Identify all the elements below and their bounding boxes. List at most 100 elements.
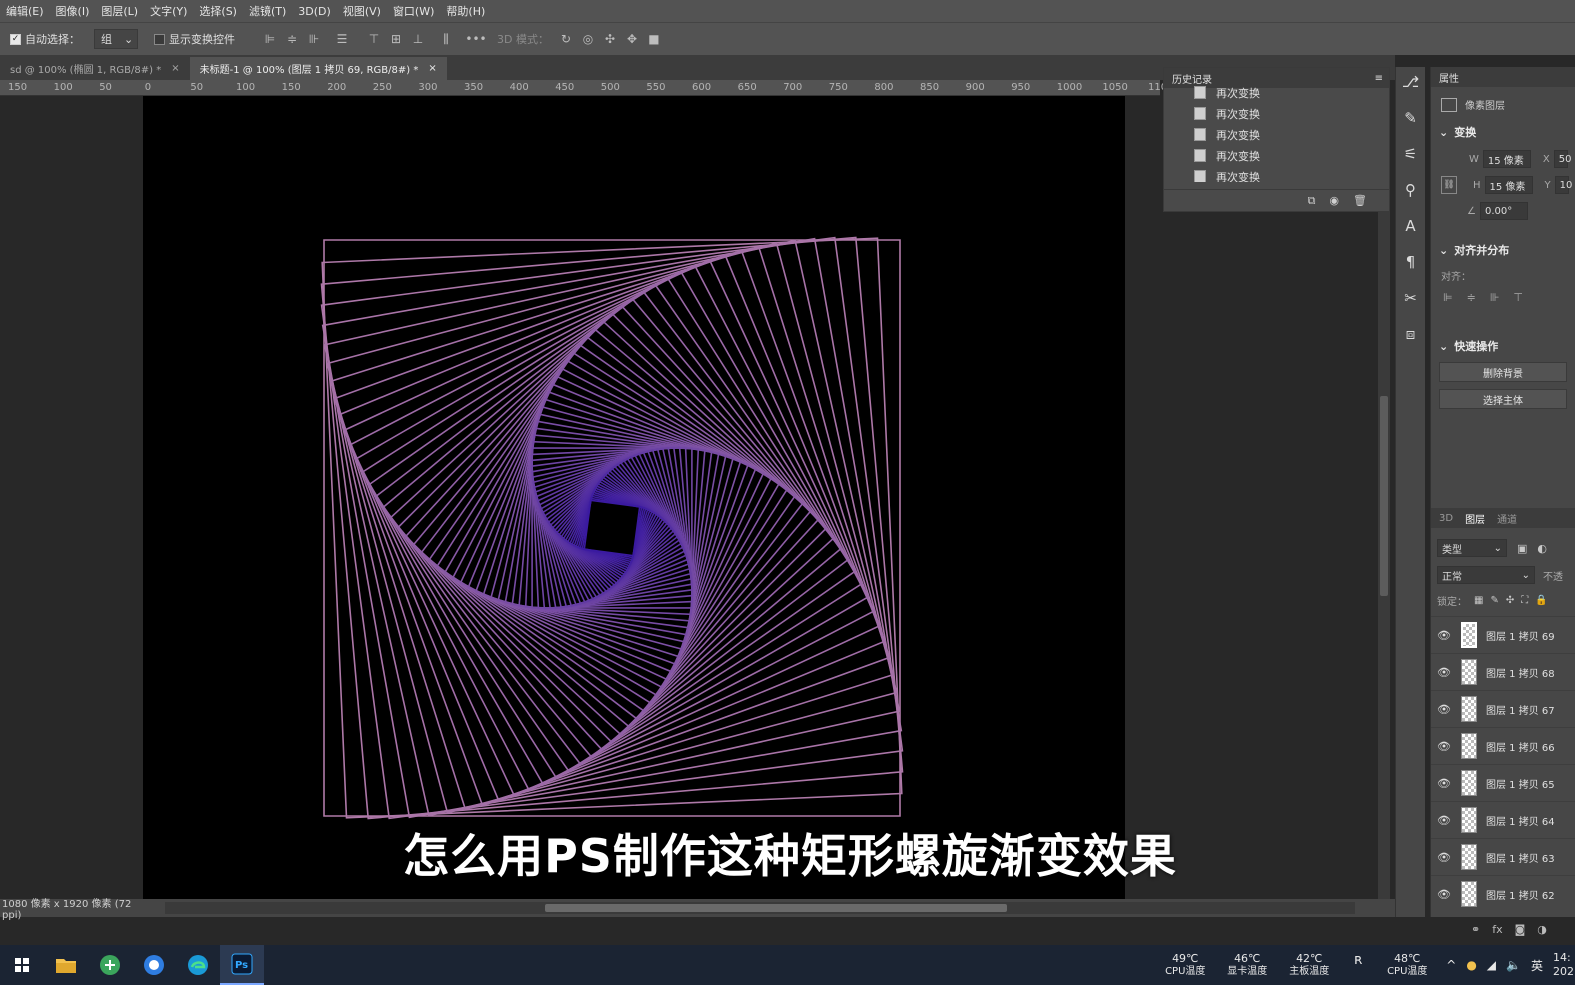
select-subject-button[interactable]: 选择主体 xyxy=(1439,389,1567,409)
visibility-eye-icon[interactable]: 👁 xyxy=(1431,814,1457,827)
more-options-icon[interactable]: ••• xyxy=(465,32,487,47)
chevron-up-icon[interactable]: ^ xyxy=(1446,958,1456,972)
auto-select-checkbox[interactable]: ✓ 自动选择： xyxy=(10,31,80,47)
history-brush-icon[interactable]: ⎇ xyxy=(1398,73,1424,97)
menu-item[interactable]: 图像(I) xyxy=(50,3,96,19)
lock-all-icon[interactable]: 🔒 xyxy=(1535,595,1547,606)
camera-icon[interactable]: ◉ xyxy=(1329,194,1339,207)
auto-select-dropdown[interactable]: 组 ⌄ xyxy=(94,29,138,49)
menu-item[interactable]: 图层(L) xyxy=(95,3,144,19)
history-item[interactable]: 再次变换 xyxy=(1164,124,1389,145)
3d-drag-icon[interactable]: ✣ xyxy=(599,32,621,46)
align-right-icon[interactable]: ⊪ xyxy=(1490,291,1500,304)
temperature-widget[interactable]: 48℃ CPU温度 xyxy=(1376,952,1438,978)
horizontal-scrollbar[interactable] xyxy=(165,902,1355,914)
clock[interactable]: 14: 202 xyxy=(1553,951,1575,979)
distribute-icon[interactable]: ☰ xyxy=(331,32,353,47)
align-center-icon[interactable]: ≑ xyxy=(1467,291,1476,304)
browser-blue-icon[interactable] xyxy=(132,945,176,985)
layer-row[interactable]: 👁 图层 1 拷贝 63 xyxy=(1431,838,1575,875)
paragraph-icon[interactable]: ¶ xyxy=(1398,253,1424,277)
3d-orbit-icon[interactable]: ↻ xyxy=(555,32,577,46)
layers-panel-tab[interactable]: 通道 xyxy=(1497,511,1517,526)
link-icon[interactable]: ⛓ xyxy=(1441,176,1457,194)
visibility-eye-icon[interactable]: 👁 xyxy=(1431,888,1457,901)
layer-row[interactable]: 👁 图层 1 拷贝 65 xyxy=(1431,764,1575,801)
panel-menu-icon[interactable]: ≡ xyxy=(1375,73,1383,84)
visibility-eye-icon[interactable]: 👁 xyxy=(1431,629,1457,642)
horizontal-scroll-thumb[interactable] xyxy=(545,904,1007,912)
visibility-eye-icon[interactable]: 👁 xyxy=(1431,740,1457,753)
clone-source-icon[interactable]: ⚲ xyxy=(1398,181,1424,205)
align-center-icon[interactable]: ≑ xyxy=(281,32,303,47)
layer-filter-dropdown[interactable]: 类型 ⌄ xyxy=(1437,539,1507,557)
layer-row[interactable]: 👁 图层 1 拷贝 67 xyxy=(1431,690,1575,727)
layer-row[interactable]: 👁 图层 1 拷贝 69 xyxy=(1431,616,1575,653)
ime-indicator[interactable]: 英 xyxy=(1531,957,1543,974)
layers-panel-tab[interactable]: 3D xyxy=(1439,513,1453,524)
temperature-widget[interactable]: 49℃ CPU温度 xyxy=(1154,952,1216,978)
tools-icon[interactable]: ✂ xyxy=(1398,289,1424,313)
temperature-widget[interactable]: 46℃ 显卡温度 xyxy=(1216,952,1278,978)
trash-icon[interactable]: 🗑 xyxy=(1353,194,1367,207)
3d-slide-icon[interactable]: ✥ xyxy=(621,32,643,46)
properties-tab[interactable]: 属性 xyxy=(1439,70,1459,85)
show-transform-checkbox[interactable]: 显示变换控件 xyxy=(154,31,235,47)
character-icon[interactable]: A xyxy=(1398,217,1424,241)
chevron-down-icon[interactable]: ⌄ xyxy=(1439,244,1448,257)
menu-item[interactable]: 视图(V) xyxy=(337,3,387,19)
y-input[interactable]: 10 xyxy=(1554,176,1572,194)
history-item[interactable]: 再次变换 xyxy=(1164,166,1389,182)
document-canvas[interactable] xyxy=(143,96,1125,899)
chevron-down-icon[interactable]: ⌄ xyxy=(1439,340,1448,353)
volume-icon[interactable]: 🔈 xyxy=(1506,958,1521,972)
align-bottom-icon[interactable]: ⊥ xyxy=(407,32,429,47)
file-explorer-icon[interactable] xyxy=(44,945,88,985)
notification-app-icon[interactable]: ● xyxy=(1466,958,1476,972)
temperature-widget[interactable]: 42℃ 主板温度 xyxy=(1278,952,1340,978)
visibility-eye-icon[interactable]: 👁 xyxy=(1431,851,1457,864)
visibility-eye-icon[interactable]: 👁 xyxy=(1431,703,1457,716)
chevron-down-icon[interactable]: ⌄ xyxy=(1439,126,1448,139)
lock-transparency-icon[interactable]: ▦ xyxy=(1474,595,1483,606)
network-icon[interactable]: ◢ xyxy=(1487,958,1496,972)
new-fill-icon[interactable]: ◑ xyxy=(1537,923,1547,936)
blend-mode-dropdown[interactable]: 正常 ⌄ xyxy=(1437,566,1535,584)
menu-item[interactable]: 滤镜(T) xyxy=(243,3,292,19)
document-tab[interactable]: sd @ 100% (椭圆 1, RGB/8#) * × xyxy=(0,57,190,80)
edge-icon[interactable] xyxy=(176,945,220,985)
photoshop-icon[interactable]: Ps xyxy=(220,945,264,985)
height-input[interactable]: 15 像素 xyxy=(1484,176,1533,194)
distribute-vertical-icon[interactable]: ⫼ xyxy=(435,32,457,47)
start-icon[interactable] xyxy=(0,945,44,985)
brush-icon[interactable]: ✎ xyxy=(1398,109,1424,133)
align-right-icon[interactable]: ⊪ xyxy=(303,32,325,47)
image-filter-icon[interactable]: ▣ xyxy=(1517,542,1527,555)
lock-artboard-icon[interactable]: ⛶ xyxy=(1521,595,1528,606)
adjustments-icon[interactable]: ⚟ xyxy=(1398,145,1424,169)
align-left-icon[interactable]: ⊫ xyxy=(259,32,281,47)
layer-row[interactable]: 👁 图层 1 拷贝 64 xyxy=(1431,801,1575,838)
pen-input-icon[interactable]: ʀ xyxy=(1340,952,1376,978)
mask-icon[interactable]: ◙ xyxy=(1515,923,1526,936)
layers-panel-tab[interactable]: 图层 xyxy=(1465,511,1485,526)
close-icon[interactable]: × xyxy=(428,63,436,74)
close-icon[interactable]: × xyxy=(171,63,179,74)
new-document-icon[interactable]: ⧉ xyxy=(1308,194,1316,208)
menu-item[interactable]: 窗口(W) xyxy=(387,3,440,19)
layer-row[interactable]: 👁 图层 1 拷贝 66 xyxy=(1431,727,1575,764)
adjustment-filter-icon[interactable]: ◐ xyxy=(1537,542,1547,555)
align-middle-icon[interactable]: ⊞ xyxy=(385,32,407,47)
remove-background-button[interactable]: 删除背景 xyxy=(1439,362,1567,382)
fx-icon[interactable]: fx xyxy=(1492,923,1502,936)
3d-roll-icon[interactable]: ◎ xyxy=(577,32,599,46)
lock-paint-icon[interactable]: ✎ xyxy=(1490,595,1498,606)
vertical-scroll-thumb[interactable] xyxy=(1380,396,1388,596)
glyphs-icon[interactable]: ⧈ xyxy=(1398,325,1424,349)
visibility-eye-icon[interactable]: 👁 xyxy=(1431,666,1457,679)
history-item[interactable]: 再次变换 xyxy=(1164,82,1389,103)
menu-item[interactable]: 文字(Y) xyxy=(144,3,193,19)
menu-item[interactable]: 3D(D) xyxy=(292,5,337,18)
menu-item[interactable]: 选择(S) xyxy=(193,3,243,19)
align-top-icon[interactable]: ⊤ xyxy=(1513,291,1523,304)
